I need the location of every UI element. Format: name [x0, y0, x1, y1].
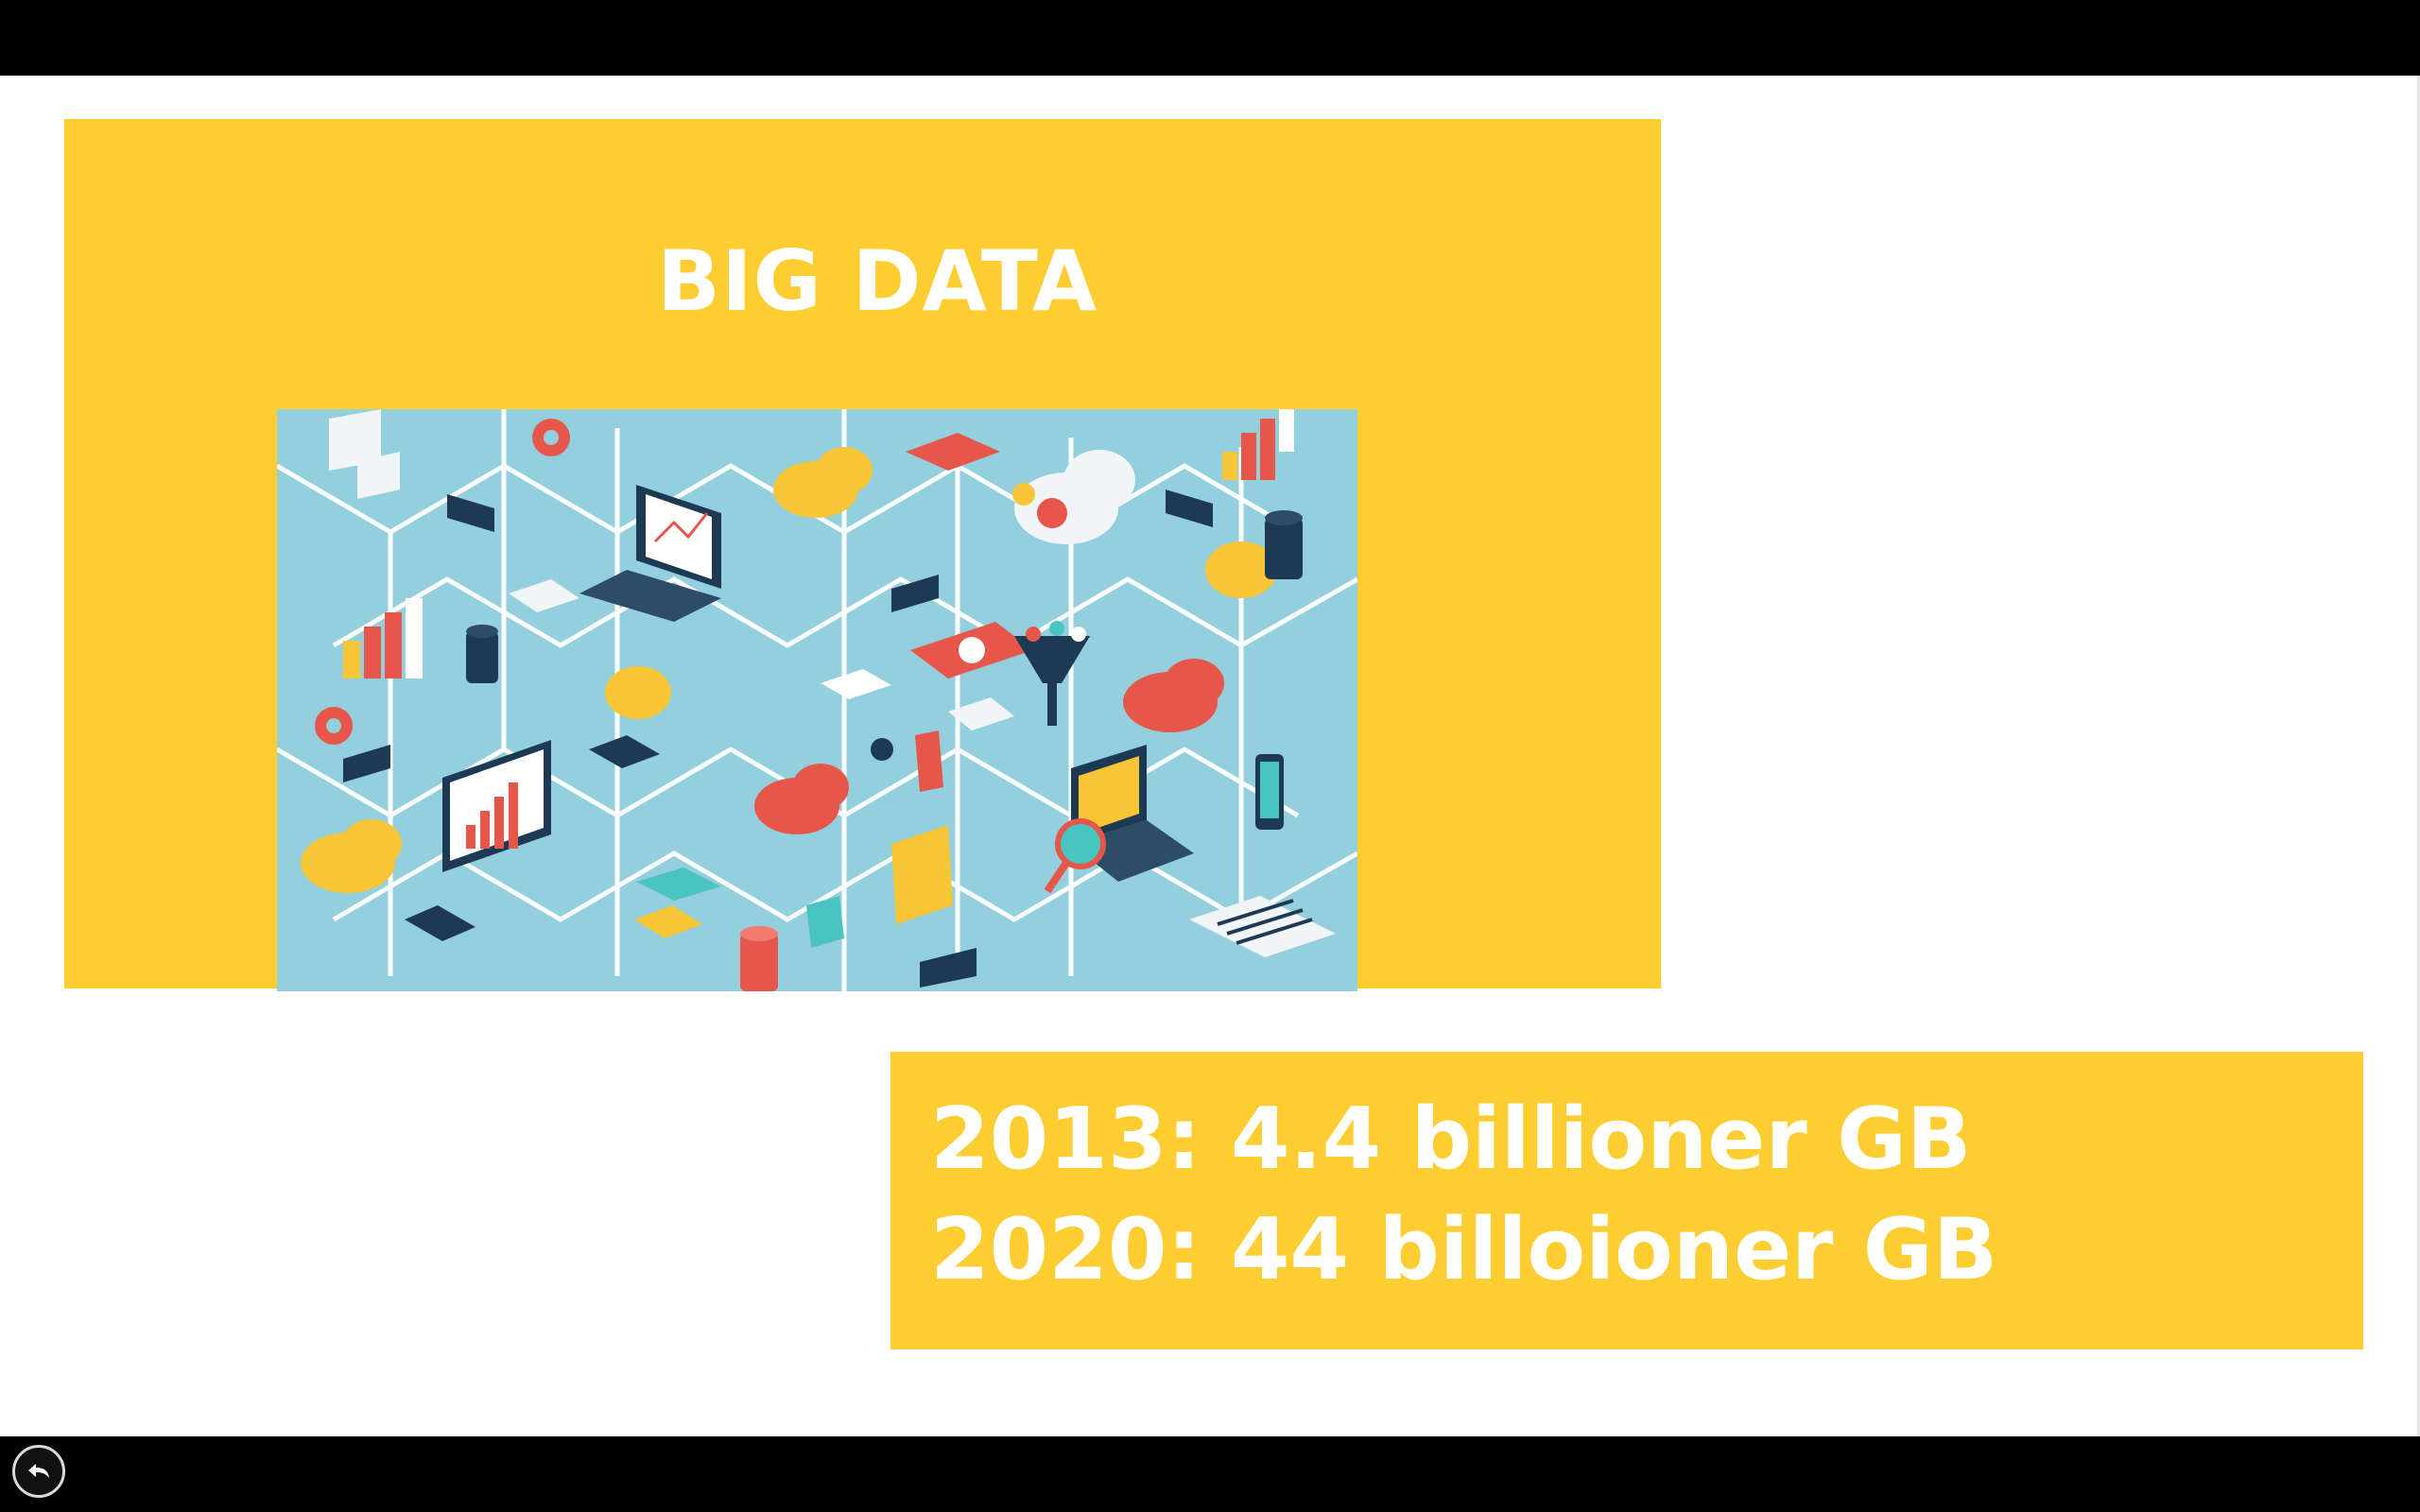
presentation-slide: BIG DATA 2013: 4.4 billioner GB 2020: 44… [0, 76, 2420, 1436]
back-arrow-icon [28, 1464, 49, 1478]
top-letterbox-bar [0, 0, 2420, 76]
back-button[interactable] [12, 1445, 65, 1498]
big-data-illustration [277, 409, 1357, 991]
slide-title: BIG DATA [656, 232, 1098, 330]
stats-panel: 2013: 4.4 billioner GB 2020: 44 billoion… [890, 1052, 2363, 1349]
stat-2020: 2020: 44 billoioner GB [930, 1200, 1998, 1299]
stat-2013: 2013: 4.4 billioner GB [930, 1090, 1972, 1189]
bottom-toolbar [0, 1436, 2420, 1512]
